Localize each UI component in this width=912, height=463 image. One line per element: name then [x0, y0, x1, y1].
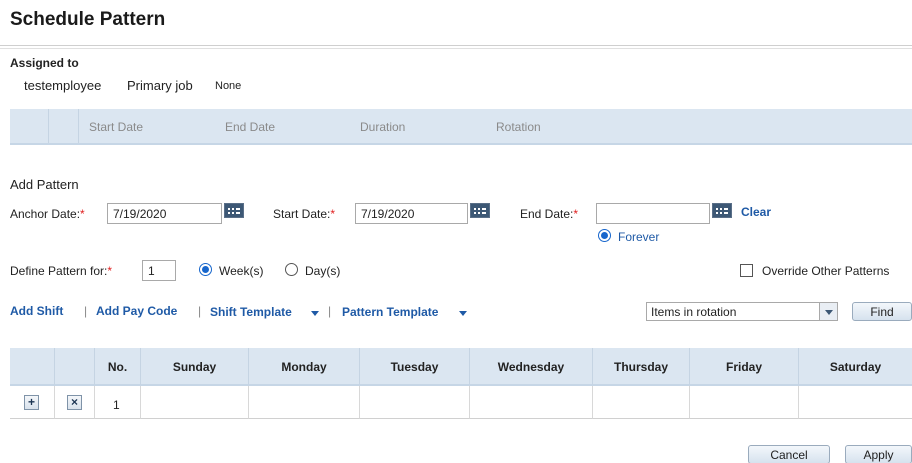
title-divider-secondary — [0, 48, 912, 49]
table-row-cell-thursday[interactable] — [593, 386, 690, 419]
required-mark: * — [80, 207, 85, 221]
forever-label[interactable]: Forever — [618, 230, 659, 244]
table-row-cell-monday[interactable] — [249, 386, 360, 419]
column-header-start-date[interactable]: Start Date — [89, 120, 143, 134]
shift-template-menu[interactable]: Shift Template — [210, 305, 292, 319]
anchor-date-input[interactable]: 7/19/2020 — [107, 203, 222, 224]
table-row-cell-add: + — [10, 386, 55, 419]
add-pay-code-button[interactable]: Add Pay Code — [96, 304, 177, 318]
chevron-down-icon[interactable] — [459, 311, 467, 316]
grid-header-thursday[interactable]: Thursday — [593, 348, 690, 386]
toolbar-separator: | — [328, 304, 332, 318]
define-pattern-label: Define Pattern for:* — [10, 264, 113, 278]
grid-header-no[interactable]: No. — [95, 348, 141, 386]
title-divider — [0, 45, 912, 46]
column-header-duration[interactable]: Duration — [360, 120, 405, 134]
add-pattern-heading: Add Pattern — [10, 177, 79, 192]
grid-header-sunday[interactable]: Sunday — [141, 348, 249, 386]
calendar-icon[interactable] — [712, 203, 732, 218]
employee-name: testemployee — [24, 78, 102, 93]
grid-header-friday[interactable]: Friday — [690, 348, 799, 386]
column-divider — [48, 109, 49, 143]
end-date-label: End Date:* — [520, 207, 579, 221]
start-date-input[interactable]: 7/19/2020 — [355, 203, 468, 224]
days-radio[interactable] — [285, 263, 298, 276]
pattern-length-input[interactable]: 1 — [142, 260, 176, 281]
cancel-button[interactable]: Cancel — [748, 445, 830, 463]
required-mark: * — [330, 207, 336, 221]
toolbar-separator: | — [198, 304, 202, 318]
assigned-to-label: Assigned to — [10, 56, 79, 70]
calendar-icon[interactable] — [470, 203, 490, 218]
table-row-cell-saturday[interactable] — [799, 386, 912, 419]
clear-end-date-link[interactable]: Clear — [741, 205, 771, 219]
table-row-cell-friday[interactable] — [690, 386, 799, 419]
chevron-down-icon[interactable] — [819, 303, 837, 320]
weeks-label[interactable]: Week(s) — [219, 264, 263, 278]
column-divider — [78, 109, 79, 143]
rotation-filter-value: Items in rotation — [651, 305, 737, 319]
page-title: Schedule Pattern — [10, 9, 166, 30]
override-patterns-checkbox[interactable] — [740, 264, 753, 277]
add-shift-button[interactable]: Add Shift — [10, 304, 63, 318]
grid-header-saturday[interactable]: Saturday — [799, 348, 912, 386]
apply-button[interactable]: Apply — [845, 445, 912, 463]
end-date-input[interactable] — [596, 203, 710, 224]
table-row-cell-tuesday[interactable] — [360, 386, 470, 419]
grid-header-monday[interactable]: Monday — [249, 348, 360, 386]
grid-header-add — [10, 348, 55, 386]
rotation-filter-select[interactable]: Items in rotation — [646, 302, 838, 321]
patterns-table-header: Start Date End Date Duration Rotation — [10, 109, 912, 145]
required-mark: * — [573, 207, 579, 221]
grid-header-wednesday[interactable]: Wednesday — [470, 348, 593, 386]
table-row-cell-sunday[interactable] — [141, 386, 249, 419]
primary-job-label: Primary job — [127, 78, 193, 93]
schedule-grid: No. Sunday Monday Tuesday Wednesday Thur… — [10, 348, 912, 420]
forever-radio[interactable] — [598, 229, 611, 242]
table-row-cell-remove: × — [55, 386, 95, 419]
grid-header-remove — [55, 348, 95, 386]
days-label[interactable]: Day(s) — [305, 264, 340, 278]
column-header-rotation[interactable]: Rotation — [496, 120, 541, 134]
primary-job-value: None — [215, 80, 242, 92]
column-header-end-date[interactable]: End Date — [225, 120, 275, 134]
anchor-date-label: Anchor Date:* — [10, 207, 85, 221]
pattern-template-menu[interactable]: Pattern Template — [342, 305, 438, 319]
toolbar-separator: | — [84, 304, 88, 318]
plus-icon[interactable]: + — [24, 395, 39, 410]
override-patterns-label[interactable]: Override Other Patterns — [762, 264, 889, 278]
calendar-icon[interactable] — [224, 203, 244, 218]
grid-header-tuesday[interactable]: Tuesday — [360, 348, 470, 386]
find-button[interactable]: Find — [852, 302, 912, 321]
chevron-down-icon[interactable] — [311, 311, 319, 316]
start-date-label: Start Date:* — [273, 207, 336, 221]
required-mark: * — [107, 264, 113, 278]
table-row-cell-wednesday[interactable] — [470, 386, 593, 419]
table-row-cell-no: 1 — [95, 386, 141, 419]
remove-icon[interactable]: × — [67, 395, 82, 410]
weeks-radio[interactable] — [199, 263, 212, 276]
